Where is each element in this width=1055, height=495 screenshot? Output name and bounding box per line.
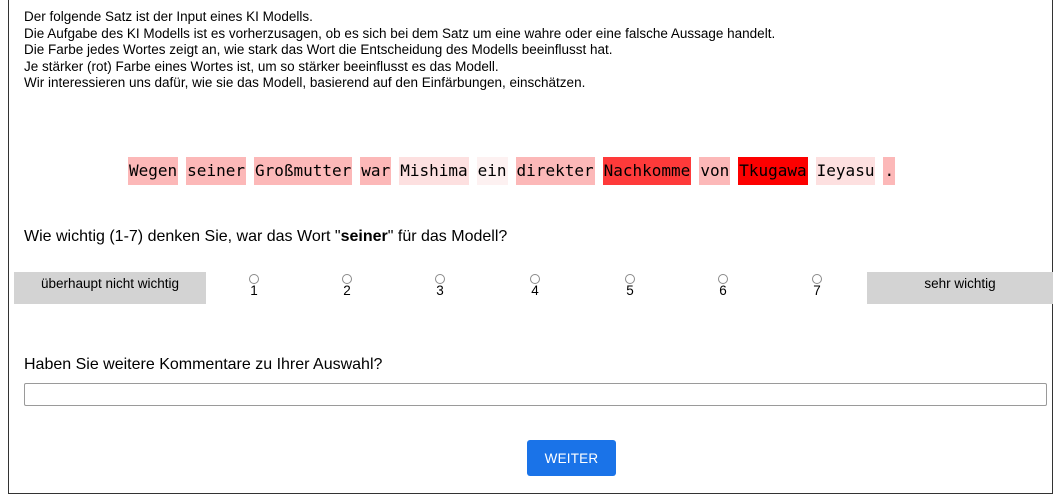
- radio-value-label: 4: [531, 283, 539, 298]
- sentence-word: ein: [476, 157, 508, 185]
- question-prefix: Wie wichtig (1-7) denken Sie, war das Wo…: [24, 228, 341, 245]
- sentence-word: Mishima: [399, 157, 469, 185]
- highlighted-sentence: Wegen seiner Großmutter war Mishima ein direkt…: [128, 157, 896, 185]
- question-word: seiner: [340, 228, 388, 245]
- scale-low-label: überhaupt nicht wichtig: [14, 272, 206, 304]
- radio-value-label: 2: [343, 283, 351, 298]
- radio-option-7[interactable]: 7: [805, 272, 829, 298]
- sentence-word: Nachkomme: [602, 157, 692, 185]
- radio-option-3[interactable]: 3: [428, 272, 452, 298]
- radio-value-label: 6: [719, 283, 727, 298]
- radio-option-6[interactable]: 6: [711, 272, 735, 298]
- instruction-line: Der folgende Satz ist der Input eines KI…: [24, 9, 313, 24]
- instruction-line: Die Farbe jedes Wortes zeigt an, wie sta…: [24, 42, 613, 58]
- comment-question: Haben Sie weitere Kommentare zu Ihrer Au…: [24, 356, 383, 373]
- sentence-word: direkter: [515, 157, 595, 185]
- radio-value-label: 7: [813, 283, 821, 298]
- radio-option-4[interactable]: 4: [523, 272, 547, 298]
- sentence-word: Wegen: [128, 157, 179, 185]
- scale-high-label: sehr wichtig: [867, 272, 1053, 304]
- sentence-word: Tkugawa: [738, 157, 808, 185]
- sentence-word: seiner: [186, 157, 246, 185]
- next-button[interactable]: WEITER: [527, 440, 616, 476]
- radio-option-5[interactable]: 5: [618, 272, 642, 298]
- radio-option-2[interactable]: 2: [335, 272, 359, 298]
- importance-question: Wie wichtig (1-7) denken Sie, war das Wo…: [24, 228, 507, 246]
- radio-option-1[interactable]: 1: [242, 272, 266, 298]
- question-suffix: " für das Modell?: [387, 228, 508, 245]
- radio-value-label: 5: [626, 283, 634, 298]
- radio-value-label: 1: [250, 283, 258, 298]
- comment-input[interactable]: [24, 383, 1047, 406]
- instruction-line: Je stärker (rot) Farbe eines Wortes ist,…: [24, 58, 499, 74]
- likert-scale: überhaupt nicht wichtig sehr wichtig 1 2 3…: [14, 272, 1054, 304]
- sentence-word: .: [883, 157, 896, 185]
- sentence-word: war: [360, 157, 392, 185]
- instruction-line: Die Aufgabe des KI Modells ist es vorher…: [24, 25, 776, 41]
- radio-value-label: 3: [436, 283, 444, 298]
- instructions: Der folgende Satz ist der Input eines KI…: [24, 9, 775, 92]
- instruction-line: Wir interessieren uns dafür, wie sie das…: [24, 75, 586, 91]
- sentence-word: von: [699, 157, 731, 185]
- sentence-word: Großmutter: [253, 157, 353, 185]
- sentence-word: Ieyasu: [815, 157, 876, 185]
